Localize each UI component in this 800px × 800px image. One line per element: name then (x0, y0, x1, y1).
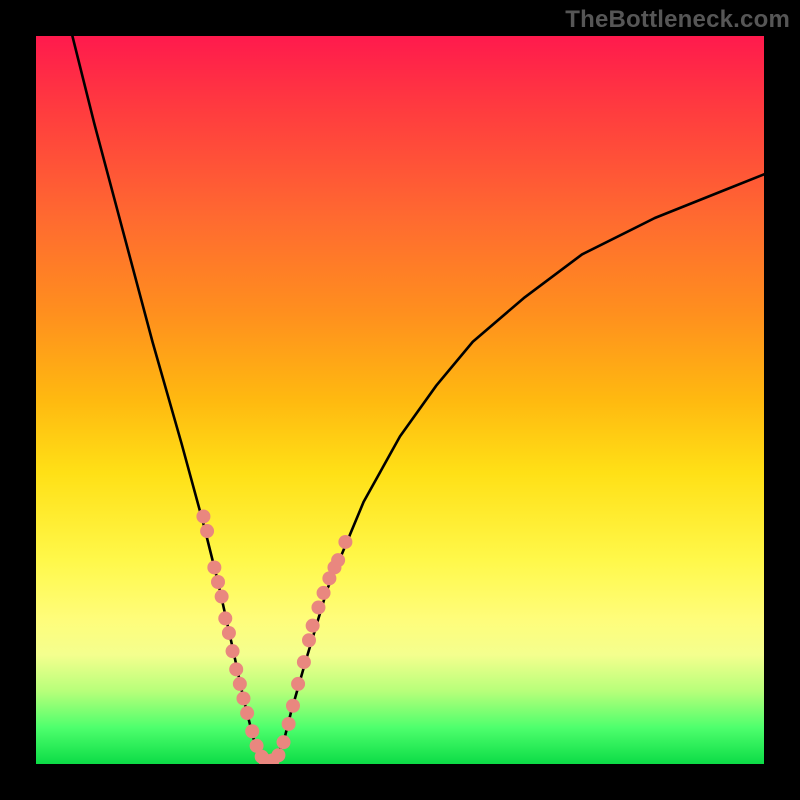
watermark-text: TheBottleneck.com (565, 6, 790, 34)
data-dot (215, 590, 229, 604)
data-dot (245, 724, 259, 738)
data-dot (311, 600, 325, 614)
data-dot (207, 560, 221, 574)
data-dot (338, 535, 352, 549)
data-dot (233, 677, 247, 691)
data-dot (331, 553, 345, 567)
curve-group (72, 36, 764, 764)
data-dot (302, 633, 316, 647)
data-dot-group (196, 509, 352, 764)
data-dot (229, 662, 243, 676)
data-dot (226, 644, 240, 658)
data-dot (291, 677, 305, 691)
data-dot (240, 706, 254, 720)
data-dot (200, 524, 214, 538)
data-dot (277, 735, 291, 749)
data-dot (317, 586, 331, 600)
data-dot (297, 655, 311, 669)
data-dot (271, 748, 285, 762)
data-dot (306, 619, 320, 633)
data-dot (222, 626, 236, 640)
bottleneck-curve (72, 36, 764, 764)
chart-svg (36, 36, 764, 764)
data-dot (218, 611, 232, 625)
data-dot (286, 699, 300, 713)
data-dot (196, 509, 210, 523)
plot-area (36, 36, 764, 764)
data-dot (282, 717, 296, 731)
data-dot (211, 575, 225, 589)
chart-frame: TheBottleneck.com (0, 0, 800, 800)
data-dot (236, 691, 250, 705)
